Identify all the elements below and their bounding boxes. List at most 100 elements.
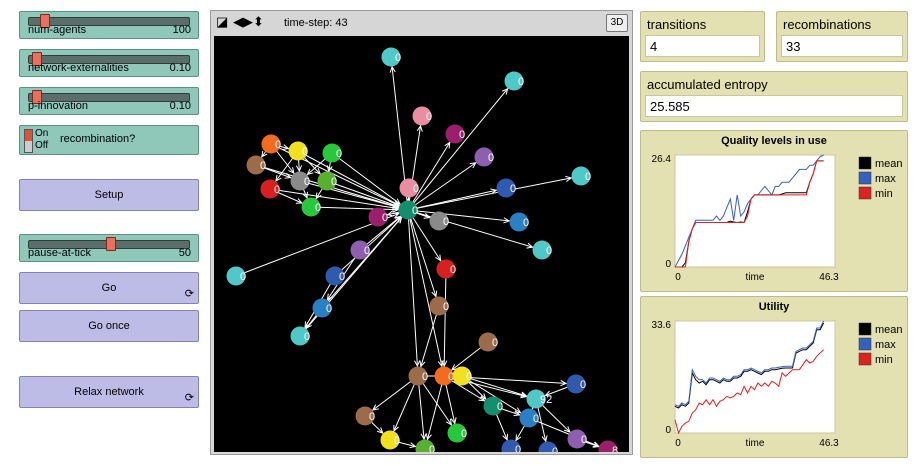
legend-label-mean: mean bbox=[875, 158, 903, 170]
agent-node-label: 0 bbox=[274, 184, 280, 196]
legend-swatch-max bbox=[858, 171, 872, 185]
setup-button-label: Setup bbox=[94, 189, 124, 201]
transitions-monitor: transitions 4 bbox=[640, 11, 765, 62]
go-once-button[interactable]: Go once bbox=[19, 310, 199, 342]
legend-label-max: max bbox=[875, 339, 896, 351]
go-button[interactable]: Go ⟳ bbox=[19, 272, 199, 304]
plot-title: Quality levels in use bbox=[721, 135, 827, 147]
legend-swatch-min bbox=[858, 352, 872, 366]
slider-label: pause-at-tick bbox=[28, 247, 91, 259]
world-view-frame: ◪ ◀▶ ⬍ time-step: 43 3D 0000000000000000… bbox=[210, 10, 633, 461]
pause-at-tick-slider[interactable]: pause-at-tick 50 bbox=[19, 234, 199, 262]
quality-levels-plot: 26.4 0 0 46.3 time mean max min Quality levels … bbox=[640, 130, 908, 292]
network-externalities-slider[interactable]: network-externalities 0.10 bbox=[19, 49, 199, 77]
agent-node-label: 0 bbox=[275, 139, 281, 151]
agent-node-label: 0 bbox=[429, 444, 435, 452]
legend-swatch-mean bbox=[858, 322, 872, 336]
network-link bbox=[331, 152, 409, 211]
network-link bbox=[407, 133, 456, 211]
agent-node-label: 0 bbox=[552, 446, 558, 452]
network-link bbox=[424, 375, 445, 450]
agent-node-label: 0 bbox=[443, 301, 449, 313]
p-innovation-slider[interactable]: p-innovation 0.10 bbox=[19, 87, 199, 115]
agent-node-label: 0 bbox=[523, 217, 529, 229]
agent-node-label: 0 bbox=[331, 176, 337, 188]
agent-node-label: 0 bbox=[339, 271, 345, 283]
x-min-tick: 0 bbox=[675, 438, 681, 449]
agent-node-label: 92 bbox=[540, 394, 552, 406]
agent-node-label: 0 bbox=[581, 434, 587, 446]
slider-label: p-innovation bbox=[28, 100, 88, 112]
slider-value: 0.10 bbox=[169, 100, 191, 112]
agent-node-label: 0 bbox=[450, 264, 456, 276]
legend-label-min: min bbox=[875, 354, 893, 366]
x-min-tick: 0 bbox=[675, 272, 681, 283]
agent-node-label: 0 bbox=[336, 148, 342, 160]
agent-node-label: 0 bbox=[304, 176, 310, 188]
y-max-tick: 33.6 bbox=[652, 320, 672, 331]
agent-node-label: 8 bbox=[612, 445, 618, 452]
agent-node-label: 0 bbox=[580, 379, 586, 391]
y-min-tick: 0 bbox=[665, 425, 671, 436]
agent-node-label: 0 bbox=[466, 371, 472, 383]
plot-title: Utility bbox=[758, 301, 790, 313]
world-view[interactable]: 0 0 0 0 0 0 0 0 0 0 0 0 0 0 0 0 0 0 0 0 0 0 0 0 0 0 0 0 0 0 0 0 0 92 0 0 0 0 0… bbox=[214, 36, 629, 461]
legend-label-min: min bbox=[875, 188, 893, 200]
vertical-arrows-icon[interactable]: ⬍ bbox=[253, 15, 264, 29]
go-once-button-label: Go once bbox=[88, 320, 130, 332]
relax-network-button-label: Relax network bbox=[74, 386, 144, 398]
network-link bbox=[299, 209, 409, 337]
agent-node-label: 0 bbox=[461, 428, 467, 440]
recombination-switch[interactable]: On Off recombination? bbox=[19, 125, 199, 155]
plot-canvas: 26.4 00 46.3 time mean max min bbox=[652, 154, 903, 283]
x-axis-label: time bbox=[746, 272, 765, 283]
agent-node-label: 0 bbox=[302, 146, 308, 158]
agent-node-label: 0 bbox=[412, 205, 418, 217]
switch-knob[interactable] bbox=[25, 130, 32, 141]
monitor-label: recombinations bbox=[783, 17, 872, 32]
agent-node-label: 0 bbox=[426, 111, 432, 123]
horizontal-arrows-icon[interactable]: ◀▶ bbox=[233, 15, 253, 29]
agent-node-label: 0 bbox=[382, 212, 388, 224]
legend-swatch-max bbox=[858, 337, 872, 351]
agent-node-label: 0 bbox=[515, 444, 521, 452]
slider-value: 50 bbox=[178, 247, 191, 259]
plot-canvas: 33.6 00 46.3 time mean max min bbox=[652, 320, 903, 449]
agent-node-label: 0 bbox=[364, 245, 370, 257]
x-max-tick: 46.3 bbox=[819, 438, 839, 449]
slider-value: 0.10 bbox=[169, 62, 191, 74]
forever-icon: ⟳ bbox=[184, 392, 194, 404]
agent-node-label: 0 bbox=[488, 152, 494, 164]
agent-node-label: 0 bbox=[459, 129, 465, 141]
agent-node-label: 0 bbox=[422, 371, 428, 383]
agent-node-label: 0 bbox=[510, 183, 516, 195]
monitor-label: accumulated entropy bbox=[647, 77, 768, 92]
num-agents-slider[interactable]: num-agents 100 bbox=[19, 11, 199, 39]
switch-off-label: Off bbox=[35, 140, 49, 151]
link-arrowhead bbox=[435, 254, 442, 262]
slider-label: num-agents bbox=[28, 24, 87, 36]
monitor-label: transitions bbox=[647, 17, 707, 32]
agent-node-label: 0 bbox=[546, 245, 552, 257]
y-max-tick: 26.4 bbox=[652, 154, 672, 165]
agent-node-label: 0 bbox=[443, 216, 449, 228]
plot-area bbox=[674, 154, 836, 268]
setup-button[interactable]: Setup bbox=[19, 179, 199, 211]
y-min-tick: 0 bbox=[665, 259, 671, 270]
agent-node-label: 0 bbox=[413, 183, 419, 195]
relax-network-button[interactable]: Relax network ⟳ bbox=[19, 376, 199, 408]
agent-node-label: 0 bbox=[394, 435, 400, 447]
slider-value: 100 bbox=[172, 24, 191, 36]
agent-node-label: 0 bbox=[533, 413, 539, 425]
slider-handle[interactable] bbox=[106, 237, 116, 251]
3d-view-button[interactable]: 3D bbox=[606, 14, 628, 32]
agent-node-label: 0 bbox=[260, 160, 266, 172]
switch-on-label: On bbox=[35, 128, 49, 139]
link-arrowhead bbox=[444, 141, 451, 149]
switch-toggle[interactable] bbox=[24, 129, 33, 153]
legend-label-max: max bbox=[875, 173, 896, 185]
turtle-shape-icon[interactable]: ◪ bbox=[216, 15, 228, 29]
legend-swatch-mean bbox=[858, 156, 872, 170]
network-link bbox=[407, 187, 507, 211]
agent-node-label: 0 bbox=[585, 171, 591, 183]
